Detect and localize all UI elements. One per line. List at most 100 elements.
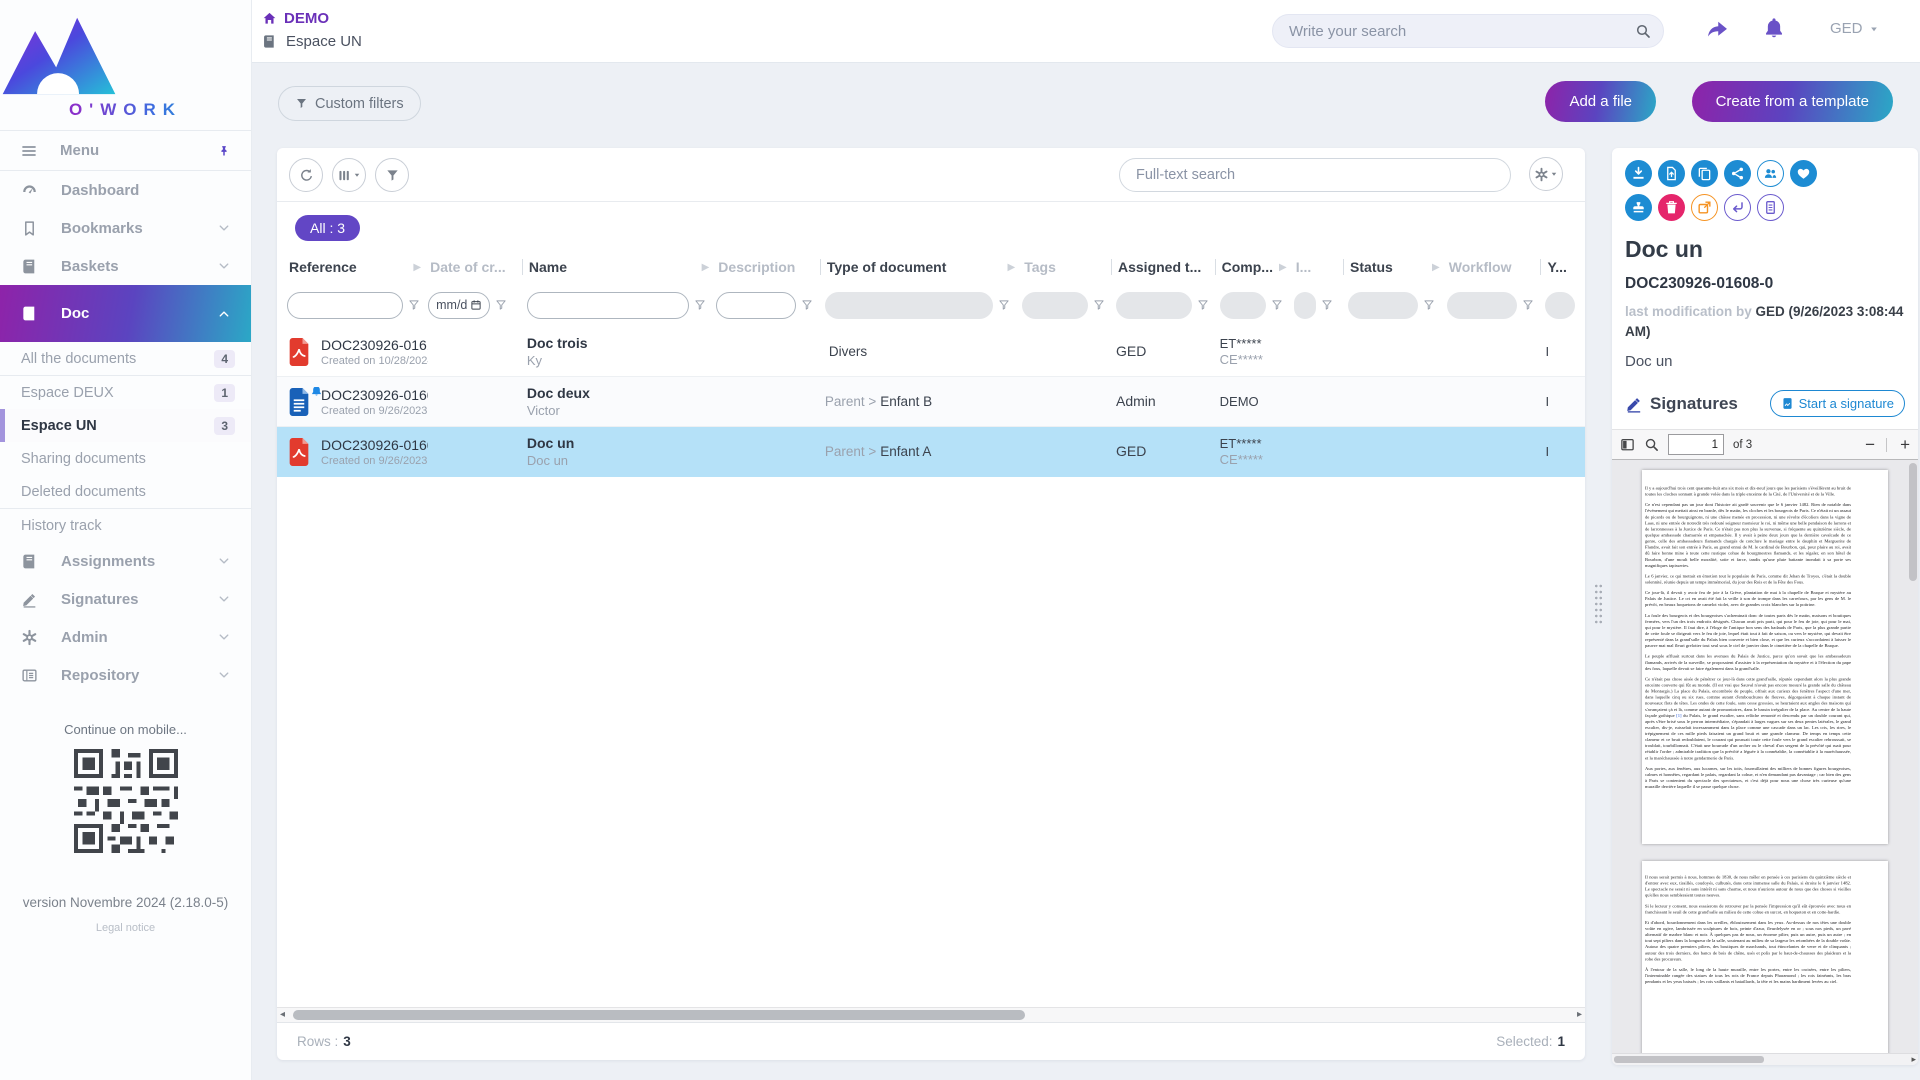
column-header-i[interactable]: I...: [1294, 259, 1348, 275]
column-header-type[interactable]: Type of document▶: [825, 259, 1022, 275]
sidebar-item-dashboard[interactable]: Dashboard: [0, 171, 251, 209]
sidebar-item-admin[interactable]: Admin: [0, 618, 251, 656]
type-value: Enfant A: [880, 444, 931, 459]
column-header-name[interactable]: Name▶: [527, 259, 716, 275]
sidebar-item-repository[interactable]: Repository: [0, 656, 251, 694]
tab-all[interactable]: All : 3: [295, 215, 360, 241]
create-from-template-button[interactable]: Create from a template: [1692, 81, 1893, 122]
filter-funnel-icon[interactable]: [408, 299, 420, 311]
delete-button[interactable]: [1658, 194, 1685, 221]
pdf-content-area[interactable]: Il y a aujourd'hui trois cent quarante-h…: [1612, 460, 1918, 1065]
filter-tags-input[interactable]: [1022, 292, 1088, 319]
filter-funnel-icon[interactable]: [495, 299, 507, 311]
pdf-horizontal-scrollbar[interactable]: ▸: [1612, 1053, 1918, 1065]
scroll-left-arrow[interactable]: ◂: [280, 1009, 285, 1021]
panel-resize-handle[interactable]: [1594, 583, 1603, 625]
filter-type-input[interactable]: [825, 292, 993, 319]
filter-funnel-icon[interactable]: [1093, 299, 1105, 311]
copy-button[interactable]: [1691, 160, 1718, 187]
table-settings-button[interactable]: [1529, 157, 1563, 191]
column-header-assigned[interactable]: Assigned t...: [1116, 259, 1220, 275]
column-header-tags[interactable]: Tags: [1022, 259, 1116, 275]
column-header-date[interactable]: Date of cr...: [428, 259, 527, 275]
search-icon[interactable]: [1644, 437, 1659, 452]
share-icon[interactable]: [1704, 17, 1728, 41]
favorite-button[interactable]: [1790, 160, 1817, 187]
table-horizontal-scrollbar[interactable]: ◂ ▸: [277, 1007, 1585, 1022]
column-header-status[interactable]: Status▶: [1348, 259, 1447, 275]
column-header-workflow[interactable]: Workflow: [1447, 259, 1546, 275]
zoom-in-button[interactable]: +: [1900, 436, 1910, 453]
fulltext-search-input[interactable]: [1119, 158, 1511, 192]
sidebar-item-assignments[interactable]: Assignments: [0, 542, 251, 580]
sidebar-item-espace-deux[interactable]: Espace DEUX 1: [0, 376, 251, 409]
filter-company-input[interactable]: [1220, 292, 1266, 319]
column-header-y[interactable]: Y...: [1545, 259, 1585, 275]
share-button[interactable]: [1724, 160, 1751, 187]
table-row[interactable]: DOC230926-01610-3 Created on 10/28/2024 …: [277, 327, 1585, 377]
global-search-input[interactable]: [1289, 23, 1635, 40]
custom-filters-button[interactable]: Custom filters: [278, 86, 421, 121]
pin-icon[interactable]: [218, 145, 230, 157]
sidebar-toggle-icon[interactable]: [1620, 437, 1635, 452]
page-number-input[interactable]: [1668, 434, 1724, 455]
table-row[interactable]: DOC230926-01609-0 Created on 9/26/2023 3…: [277, 377, 1585, 427]
scrollbar-thumb[interactable]: [293, 1010, 1025, 1020]
filter-funnel-icon[interactable]: [801, 299, 813, 311]
download-button[interactable]: [1625, 160, 1652, 187]
search-icon[interactable]: [1635, 23, 1651, 39]
filter-assigned-input[interactable]: [1116, 292, 1192, 319]
filter-funnel-icon[interactable]: [1271, 299, 1283, 311]
filter-y-input[interactable]: [1545, 292, 1575, 319]
sidebar-item-deleted-documents[interactable]: Deleted documents: [0, 475, 251, 508]
breadcrumb-home[interactable]: DEMO: [262, 10, 329, 27]
scroll-right-arrow[interactable]: ▸: [1911, 1054, 1916, 1065]
notifications-bell-icon[interactable]: [1762, 16, 1786, 40]
pdf-vertical-scrollbar-thumb[interactable]: [1909, 463, 1917, 581]
column-header-reference[interactable]: Reference▶: [287, 259, 428, 275]
sidebar-item-history-track[interactable]: History track: [0, 509, 251, 542]
zoom-out-button[interactable]: −: [1865, 436, 1875, 453]
sidebar-menu-toggle[interactable]: Menu: [0, 130, 251, 171]
filter-name-input[interactable]: [527, 292, 689, 319]
properties-button[interactable]: [1757, 194, 1784, 221]
upload-version-button[interactable]: [1658, 160, 1685, 187]
sidebar-item-doc[interactable]: Doc: [0, 285, 251, 342]
scroll-right-arrow[interactable]: ▸: [1577, 1009, 1582, 1021]
assign-users-button[interactable]: [1757, 160, 1784, 187]
stamp-button[interactable]: [1625, 194, 1652, 221]
sidebar-item-signatures[interactable]: Signatures: [0, 580, 251, 618]
open-external-button[interactable]: [1691, 194, 1718, 221]
add-file-button[interactable]: Add a file: [1545, 81, 1656, 122]
return-button[interactable]: [1724, 194, 1751, 221]
sidebar-item-all-documents[interactable]: All the documents 4: [0, 342, 251, 375]
filter-reference-input[interactable]: [287, 292, 403, 319]
filter-status-input[interactable]: [1348, 292, 1418, 319]
columns-button[interactable]: [332, 158, 366, 192]
column-header-description[interactable]: Description: [716, 259, 825, 275]
column-header-company[interactable]: Comp...▶: [1220, 259, 1294, 275]
filter-funnel-icon[interactable]: [694, 299, 706, 311]
scrollbar-thumb[interactable]: [1614, 1056, 1764, 1063]
sidebar-item-baskets[interactable]: Baskets: [0, 247, 251, 285]
legal-notice-link[interactable]: Legal notice: [0, 922, 251, 934]
table-row-selected[interactable]: DOC230926-01608-0 Created on 9/26/2023 3…: [277, 427, 1585, 477]
sidebar-item-sharing-documents[interactable]: Sharing documents: [0, 442, 251, 475]
filter-funnel-icon[interactable]: [1522, 299, 1534, 311]
filter-funnel-icon[interactable]: [1321, 299, 1333, 311]
sidebar-item-bookmarks[interactable]: Bookmarks: [0, 209, 251, 247]
filter-funnel-icon[interactable]: [1423, 299, 1435, 311]
start-signature-button[interactable]: Start a signature: [1770, 390, 1905, 417]
sidebar-item-espace-un[interactable]: Espace UN 3: [0, 409, 251, 442]
user-menu[interactable]: GED: [1830, 20, 1879, 37]
refresh-button[interactable]: [289, 158, 323, 192]
filter-funnel-icon[interactable]: [1197, 299, 1209, 311]
breadcrumb-space[interactable]: Espace UN: [262, 33, 362, 50]
filter-description-input[interactable]: [716, 292, 796, 319]
calendar-icon[interactable]: [470, 299, 482, 311]
filter-funnel-icon[interactable]: [998, 299, 1010, 311]
filter-button[interactable]: [375, 158, 409, 192]
filter-workflow-input[interactable]: [1447, 292, 1517, 319]
filter-i-input[interactable]: [1294, 292, 1316, 319]
filter-date-input[interactable]: mm/d: [428, 292, 490, 319]
